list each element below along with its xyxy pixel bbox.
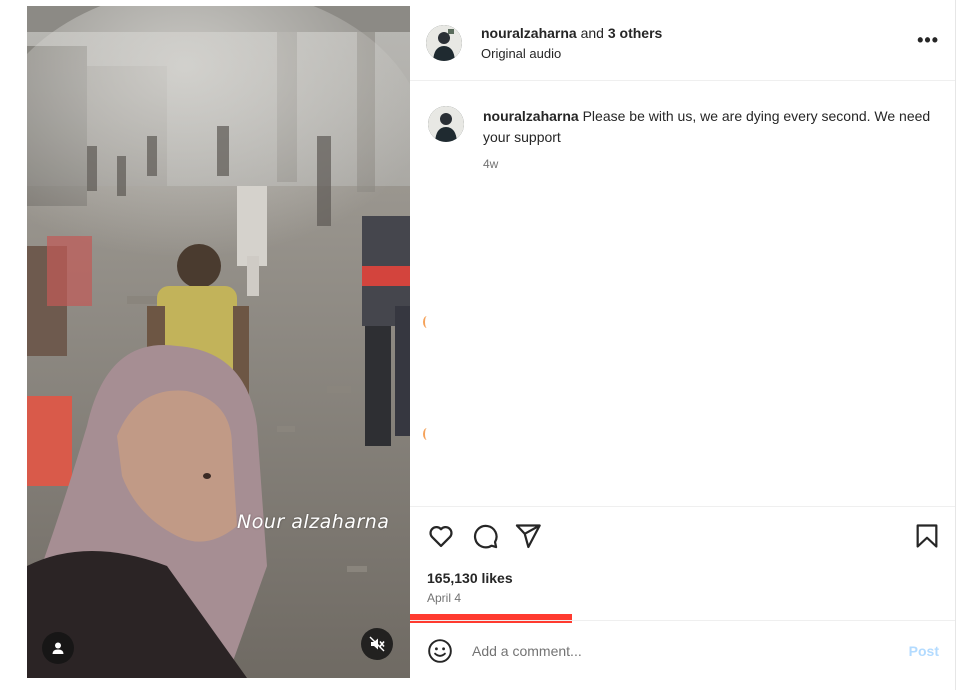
post-comment-button[interactable]: Post	[909, 643, 939, 659]
mute-toggle-button[interactable]	[361, 628, 393, 660]
more-options-icon[interactable]: •••	[917, 30, 939, 51]
author-avatar[interactable]	[426, 25, 462, 61]
post-header: nouralzaharna and 3 others Original audi…	[410, 6, 955, 81]
caption-text-block: nouralzaharna Please be with us, we are …	[483, 106, 933, 148]
likes-count[interactable]: 165,130 likes	[427, 570, 513, 586]
post-actions-bar	[410, 506, 955, 567]
loading-indicator	[423, 428, 431, 440]
caption-timestamp[interactable]: 4w	[483, 157, 498, 171]
post-date[interactable]: April 4	[427, 591, 461, 605]
tagged-users-button[interactable]	[42, 632, 74, 664]
page-gutter	[0, 0, 27, 690]
bookmark-icon[interactable]	[913, 522, 941, 550]
author-and-text: and	[580, 25, 604, 41]
video-watermark: Nour alzaharna	[237, 511, 390, 533]
video-player[interactable]: Nour alzaharna	[27, 6, 410, 678]
loading-indicator	[423, 316, 431, 328]
caption-author-avatar[interactable]	[428, 106, 464, 142]
share-icon[interactable]	[514, 522, 542, 550]
collaborators-link[interactable]: 3 others	[608, 25, 662, 41]
original-audio-link[interactable]: Original audio	[481, 46, 561, 61]
post-details-panel: nouralzaharna and 3 others Original audi…	[410, 6, 956, 678]
avatar-image	[426, 25, 462, 61]
author-username[interactable]: nouralzaharna	[481, 25, 577, 41]
author-collab-line: nouralzaharna and 3 others	[481, 25, 662, 41]
avatar-image	[428, 106, 464, 142]
caption-username[interactable]: nouralzaharna	[483, 108, 579, 124]
video-frame	[27, 6, 410, 678]
emoji-icon[interactable]	[427, 638, 453, 664]
comment-icon[interactable]	[471, 522, 499, 550]
comment-input[interactable]	[470, 635, 874, 667]
user-tag-icon	[52, 642, 64, 654]
page-scroll-edge	[955, 0, 967, 690]
muted-speaker-icon	[369, 636, 385, 652]
add-comment-bar: Post	[410, 620, 955, 679]
heart-icon[interactable]	[427, 522, 455, 550]
